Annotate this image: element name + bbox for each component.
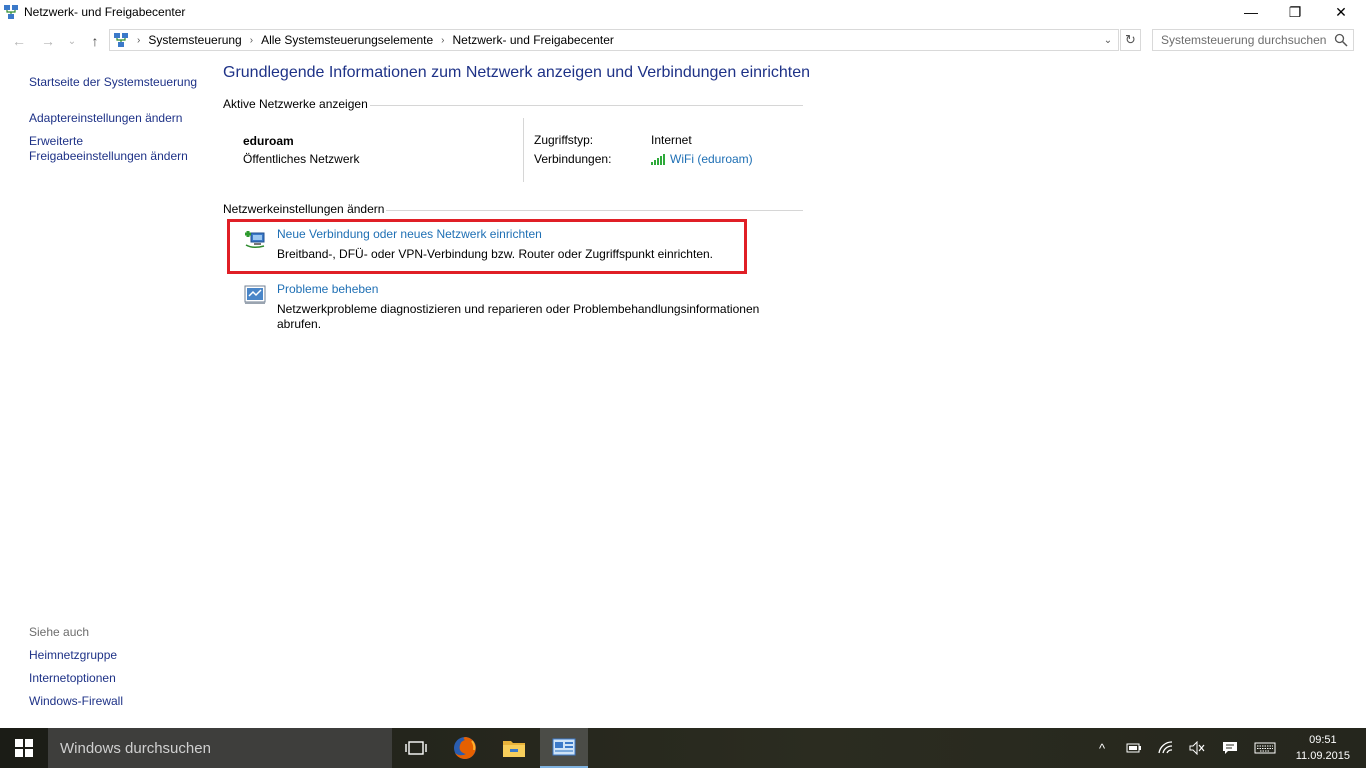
active-networks-heading: Aktive Netzwerke anzeigen — [223, 97, 368, 111]
search-input[interactable]: Systemsteuerung durchsuchen — [1152, 29, 1354, 51]
network-settings-heading: Netzwerkeinstellungen ändern — [223, 202, 385, 216]
breadcrumb-systemsteuerung[interactable]: Systemsteuerung — [148, 33, 241, 47]
maximize-button[interactable]: ❐ — [1272, 0, 1318, 24]
refresh-icon: ↻ — [1125, 32, 1136, 47]
control-panel-icon — [114, 33, 128, 47]
see-also-label: Siehe auch — [29, 625, 90, 639]
taskbar-app-file-explorer[interactable] — [490, 728, 538, 768]
search-icon[interactable] — [1334, 33, 1348, 47]
breadcrumb-all-items[interactable]: Alle Systemsteuerungselemente — [261, 33, 433, 47]
windows-logo-icon — [15, 739, 33, 757]
wifi-connection-label[interactable]: WiFi (eduroam) — [670, 152, 753, 166]
wifi-connection-link[interactable]: WiFi (eduroam) — [651, 152, 753, 166]
clock-time: 09:51 — [1309, 734, 1337, 746]
taskbar-app-firefox[interactable] — [441, 728, 489, 768]
highlight-box — [227, 219, 747, 274]
taskbar: Windows durchsuchen ^ 09:51 11.09.2015 — [0, 728, 1366, 768]
breadcrumb-network-center[interactable]: Netzwerk- und Freigabecenter — [453, 33, 614, 47]
troubleshoot-icon — [244, 285, 266, 304]
network-type[interactable]: Öffentliches Netzwerk — [243, 152, 360, 166]
wifi-signal-icon — [651, 153, 665, 165]
minimize-button[interactable]: — — [1228, 0, 1274, 24]
sidebar-item-homegroup[interactable]: Heimnetzgruppe — [29, 648, 117, 663]
access-type-value: Internet — [651, 133, 692, 147]
network-center-icon — [4, 5, 18, 19]
network-name: eduroam — [243, 134, 294, 148]
sidebar-item-advanced-sharing[interactable]: Erweiterte — [29, 134, 83, 149]
folder-icon — [503, 741, 525, 757]
taskbar-app-control-panel[interactable] — [540, 728, 588, 768]
show-hidden-icons-chevron-icon[interactable]: ^ — [1093, 739, 1111, 757]
back-button[interactable]: ← — [9, 31, 29, 51]
troubleshoot-description: Netzwerkprobleme diagnostizieren und rep… — [277, 302, 760, 331]
clock[interactable]: 09:51 11.09.2015 — [1296, 732, 1350, 764]
sidebar-item-control-panel-home[interactable]: Startseite der Systemsteuerung — [29, 75, 197, 90]
control-panel-app-icon — [552, 738, 576, 756]
breadcrumb-chevron-icon[interactable]: › — [441, 35, 444, 46]
battery-icon[interactable] — [1125, 739, 1143, 757]
address-dropdown-icon[interactable]: ⌄ — [1100, 32, 1116, 48]
section-divider — [370, 105, 803, 106]
taskbar-search-placeholder: Windows durchsuchen — [60, 739, 211, 757]
search-placeholder: Systemsteuerung durchsuchen — [1161, 33, 1327, 47]
address-bar[interactable]: › Systemsteuerung › Alle Systemsteuerung… — [109, 29, 1119, 51]
section-divider — [386, 210, 803, 211]
sidebar-item-windows-firewall[interactable]: Windows-Firewall — [29, 694, 123, 709]
firefox-icon — [454, 737, 476, 759]
wifi-icon[interactable] — [1157, 739, 1175, 757]
keyboard-icon[interactable] — [1254, 739, 1276, 757]
breadcrumb-chevron-icon[interactable]: › — [137, 35, 140, 46]
sidebar: Startseite der Systemsteuerung Adapterei… — [0, 56, 210, 728]
title-bar: Netzwerk- und Freigabecenter — ❐ ✕ — [0, 0, 1366, 26]
connections-label: Verbindungen: — [534, 152, 612, 166]
task-view-icon — [405, 741, 427, 755]
up-button[interactable]: ↑ — [85, 31, 105, 51]
close-button[interactable]: ✕ — [1318, 0, 1364, 24]
sidebar-item-advanced-sharing-line2[interactable]: Freigabeeinstellungen ändern — [29, 149, 188, 164]
page-title: Grundlegende Informationen zum Netzwerk … — [223, 64, 811, 81]
window-title: Netzwerk- und Freigabecenter — [24, 5, 186, 19]
task-troubleshoot: Probleme beheben Netzwerkprobleme diagno… — [243, 282, 783, 332]
troubleshoot-link[interactable]: Probleme beheben — [277, 282, 378, 296]
access-type-label: Zugriffstyp: — [534, 133, 594, 147]
refresh-button[interactable]: ↻ — [1120, 29, 1141, 51]
clock-date: 11.09.2015 — [1295, 750, 1350, 762]
breadcrumb-chevron-icon[interactable]: › — [250, 35, 253, 46]
start-button[interactable] — [0, 728, 48, 768]
navigation-bar: ← → ⌄ ↑ › Systemsteuerung › Alle Systems… — [0, 28, 1366, 54]
taskbar-search-input[interactable]: Windows durchsuchen — [48, 728, 392, 768]
action-center-icon[interactable] — [1221, 739, 1239, 757]
task-view-button[interactable] — [392, 728, 440, 768]
sidebar-item-adapter-settings[interactable]: Adaptereinstellungen ändern — [29, 111, 182, 126]
recent-locations-button[interactable]: ⌄ — [62, 31, 82, 51]
control-panel-window: Netzwerk- und Freigabecenter — ❐ ✕ ← → ⌄… — [0, 0, 1366, 728]
forward-button[interactable]: → — [38, 31, 58, 51]
sidebar-item-internet-options[interactable]: Internetoptionen — [29, 671, 116, 686]
volume-muted-icon[interactable] — [1188, 739, 1206, 757]
vertical-divider — [523, 118, 524, 182]
